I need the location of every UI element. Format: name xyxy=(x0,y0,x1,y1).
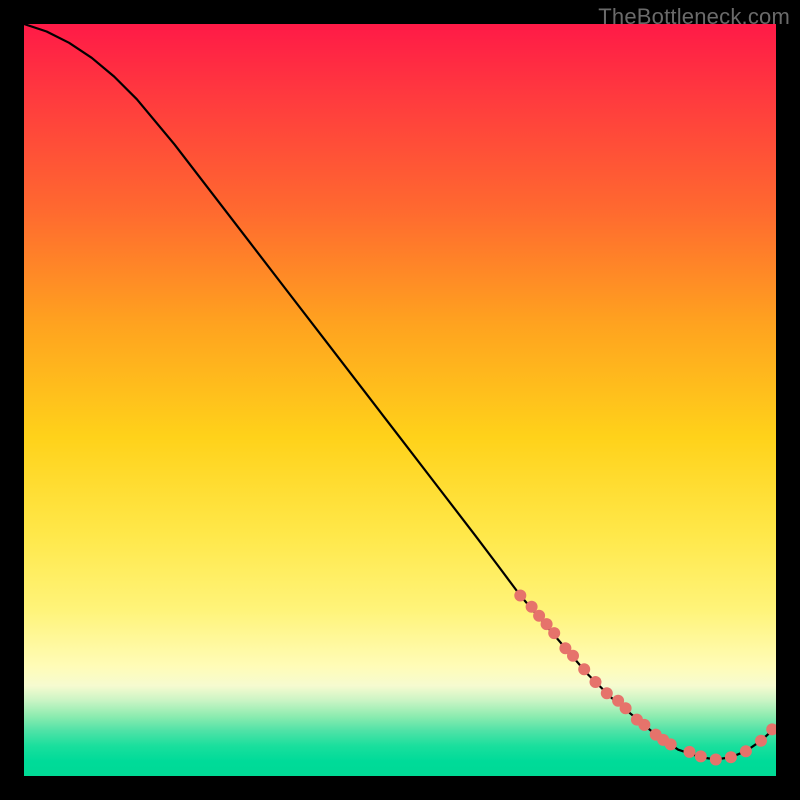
data-point xyxy=(695,750,707,762)
data-point xyxy=(684,746,696,758)
watermark-label: TheBottleneck.com xyxy=(598,4,790,30)
data-point xyxy=(548,627,560,639)
data-point xyxy=(755,735,767,747)
data-point xyxy=(638,719,650,731)
data-point xyxy=(710,754,722,766)
data-point xyxy=(578,663,590,675)
data-points xyxy=(514,590,776,766)
chart-overlay xyxy=(24,24,776,776)
data-point xyxy=(740,745,752,757)
data-point xyxy=(514,590,526,602)
data-point xyxy=(620,702,632,714)
chart-frame: TheBottleneck.com xyxy=(0,0,800,800)
data-point xyxy=(590,676,602,688)
data-point xyxy=(725,751,737,763)
bottleneck-curve xyxy=(24,24,776,760)
data-point xyxy=(665,738,677,750)
data-point xyxy=(567,650,579,662)
data-point xyxy=(601,687,613,699)
